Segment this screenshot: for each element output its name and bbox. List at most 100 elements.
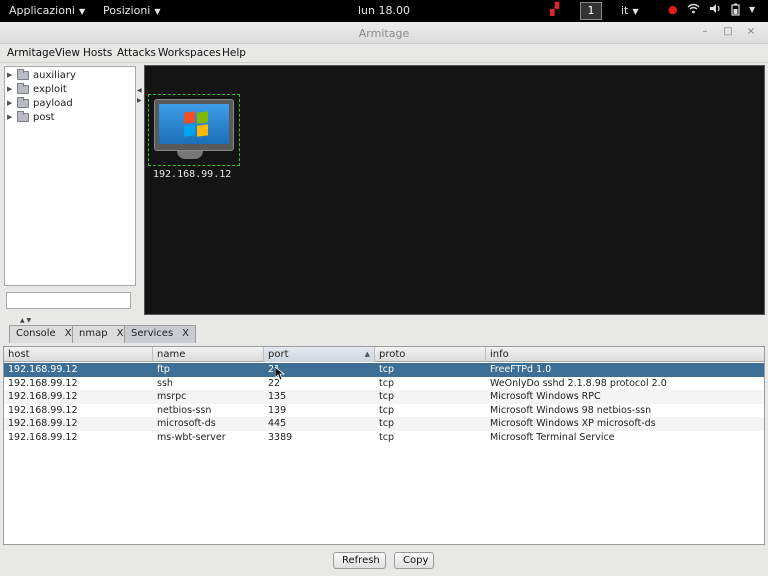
places-menu[interactable]: Posizioni ▼	[103, 4, 161, 17]
tab-console[interactable]: Console X	[9, 325, 79, 343]
cell-host: 192.168.99.12	[8, 404, 78, 416]
table-row[interactable]: 192.168.99.12 ssh 22 tcp WeOnlyDo sshd 2…	[4, 377, 764, 391]
cell-proto: tcp	[379, 364, 394, 375]
tab-close-button[interactable]: X	[182, 328, 189, 341]
cell-name: ssh	[157, 377, 173, 389]
tab-close-button[interactable]: X	[117, 328, 124, 341]
folder-icon	[17, 82, 29, 94]
chevron-down-icon: ▼	[154, 7, 161, 16]
menu-attacks[interactable]: Attacks	[117, 47, 156, 59]
windows-logo-icon	[184, 111, 208, 137]
monitor-stand	[177, 151, 203, 159]
cell-port: 139	[268, 404, 287, 416]
tree-item-label: payload	[33, 97, 73, 109]
folder-icon	[17, 96, 29, 108]
expand-icon[interactable]: ▶	[7, 71, 17, 79]
host-node[interactable]	[148, 94, 240, 166]
splitter-arrows-icon[interactable]: ◀ ▶	[137, 86, 142, 106]
tab-services[interactable]: Services X	[124, 325, 197, 343]
cell-proto: tcp	[379, 418, 394, 429]
keyboard-layout-menu[interactable]: it ▼	[621, 4, 639, 17]
cell-port: 445	[268, 418, 287, 429]
cell-info: Microsoft Terminal Service	[490, 431, 615, 443]
tree-item-label: post	[33, 111, 55, 123]
cell-proto: tcp	[379, 391, 394, 402]
cell-proto: tcp	[379, 431, 394, 443]
table-row[interactable]: 192.168.99.12 microsoft-ds 445 tcp Micro…	[4, 417, 764, 431]
table-row[interactable]: 192.168.99.12 ftp 21 tcp FreeFTPd 1.0	[4, 363, 764, 377]
module-search-input[interactable]	[6, 292, 131, 309]
close-button[interactable]: ×	[744, 25, 758, 39]
cell-info: WeOnlyDo sshd 2.1.8.98 protocol 2.0	[490, 377, 667, 389]
vertical-splitter[interactable]: ◀ ▶	[137, 66, 144, 316]
tree-item-label: auxiliary	[33, 69, 76, 81]
tree-item-label: exploit	[33, 83, 67, 95]
menu-hosts[interactable]: Hosts	[83, 47, 112, 59]
places-label: Posizioni	[103, 4, 151, 17]
tab-bar: Console X nmap X Services X	[0, 323, 768, 343]
menu-help[interactable]: Help	[222, 47, 246, 59]
window-titlebar[interactable]: Armitage – □ ×	[0, 22, 768, 44]
window-title: Armitage	[358, 27, 410, 40]
tab-close-button[interactable]: X	[65, 328, 72, 341]
menu-workspaces[interactable]: Workspaces	[158, 47, 221, 59]
column-header-proto[interactable]: proto	[375, 347, 486, 362]
tree-item-post[interactable]: ▶ post	[7, 110, 55, 124]
table-row[interactable]: 192.168.99.12 ms-wbt-server 3389 tcp Mic…	[4, 431, 764, 445]
tab-nmap[interactable]: nmap X	[72, 325, 131, 343]
tab-label: nmap	[79, 328, 108, 339]
mouse-pointer-icon	[275, 367, 285, 381]
column-header-info[interactable]: info	[486, 347, 764, 362]
expand-icon[interactable]: ▶	[7, 85, 17, 93]
armitage-tray-icon[interactable]: ▞	[550, 2, 559, 16]
cell-name: msrpc	[157, 391, 187, 402]
applications-menu[interactable]: Applicazioni ▼	[9, 4, 85, 17]
menu-armitage[interactable]: Armitage	[7, 47, 55, 59]
cell-host: 192.168.99.12	[8, 418, 78, 429]
cell-name: netbios-ssn	[157, 404, 212, 416]
column-header-name[interactable]: name	[153, 347, 264, 362]
cell-port: 135	[268, 391, 287, 402]
targets-graph[interactable]: 192.168.99.12	[144, 65, 765, 315]
bottom-button-bar: Refresh Copy	[0, 548, 768, 576]
chevron-down-icon[interactable]: ▼	[749, 5, 755, 14]
wifi-icon[interactable]	[687, 3, 700, 17]
expand-icon[interactable]: ▶	[7, 113, 17, 121]
cell-info: Microsoft Windows XP microsoft-ds	[490, 418, 656, 429]
tab-label: Services	[131, 328, 174, 339]
column-header-port[interactable]: port ▲	[264, 347, 375, 362]
menu-view[interactable]: View	[55, 47, 80, 59]
armitage-window: Armitage – □ × Armitage View Hosts Attac…	[0, 22, 768, 576]
cell-host: 192.168.99.12	[8, 377, 78, 389]
services-table: host name port ▲ proto info 192.168.99.12…	[3, 346, 765, 545]
minimize-button[interactable]: –	[698, 25, 712, 39]
cell-host: 192.168.99.12	[8, 431, 78, 443]
clock[interactable]: lun 18.00	[358, 4, 410, 17]
chevron-down-icon: ▼	[78, 7, 86, 16]
cell-name: ftp	[157, 364, 170, 375]
top-panel: Applicazioni ▼ Posizioni ▼ lun 18.00 ▞ 1 i…	[0, 0, 768, 22]
expand-icon[interactable]: ▶	[7, 99, 17, 107]
volume-icon[interactable]	[709, 3, 722, 17]
record-icon[interactable]: ●	[668, 3, 678, 16]
table-header: host name port ▲ proto info	[4, 347, 764, 362]
folder-icon	[17, 110, 29, 122]
workspace-indicator[interactable]: 1	[580, 2, 602, 20]
tree-item-exploit[interactable]: ▶ exploit	[7, 82, 67, 96]
keyboard-layout-label: it	[621, 4, 629, 17]
windows-monitor-icon	[154, 99, 234, 151]
copy-button[interactable]: Copy	[394, 552, 434, 569]
cell-info: FreeFTPd 1.0	[490, 364, 552, 375]
tree-item-payload[interactable]: ▶ payload	[7, 96, 73, 110]
maximize-button[interactable]: □	[721, 25, 735, 39]
battery-icon[interactable]	[731, 3, 740, 19]
refresh-button[interactable]: Refresh	[333, 552, 386, 569]
column-header-label: port	[268, 349, 289, 360]
table-row[interactable]: 192.168.99.12 netbios-ssn 139 tcp Micros…	[4, 404, 764, 418]
tree-item-auxiliary[interactable]: ▶ auxiliary	[7, 68, 76, 82]
table-row[interactable]: 192.168.99.12 msrpc 135 tcp Microsoft Wi…	[4, 390, 764, 404]
column-header-host[interactable]: host	[4, 347, 153, 362]
cell-proto: tcp	[379, 404, 394, 416]
sort-ascending-icon: ▲	[364, 350, 370, 358]
cell-name: microsoft-ds	[157, 418, 216, 429]
